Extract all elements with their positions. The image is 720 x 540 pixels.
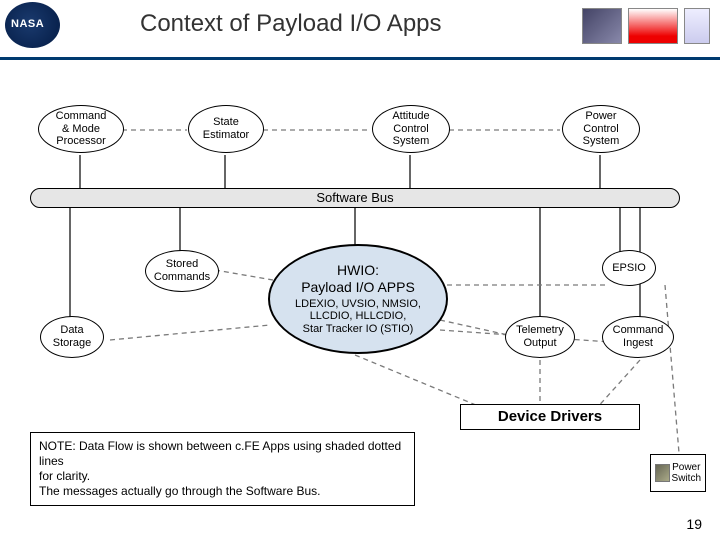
label: Telemetry Output [516,324,564,349]
label: Power Switch [672,462,701,485]
node-state-estimator: State Estimator [188,105,264,153]
footnote-box: NOTE: Data Flow is shown between c.FE Ap… [30,432,415,506]
header-badges [582,8,710,44]
node-power-switch: Power Switch [650,454,706,492]
label: Software Bus [316,191,393,206]
node-attitude-control-system: Attitude Control System [372,105,450,153]
node-telemetry-output: Telemetry Output [505,316,575,358]
node-hwio-payload-io-apps: HWIO: Payload I/O APPS LDEXIO, UVSIO, NM… [268,244,448,354]
slide-title: Context of Payload I/O Apps [140,10,442,38]
node-data-storage: Data Storage [40,316,104,358]
node-power-control-system: Power Control System [562,105,640,153]
label: Command Ingest [613,324,664,349]
label: EPSIO [612,262,646,275]
label: Command & Mode Processor [56,110,107,148]
node-command-mode-processor: Command & Mode Processor [38,105,124,153]
node-device-drivers: Device Drivers [460,404,640,430]
hwio-subtitle: LDEXIO, UVSIO, NMSIO, LLCDIO, HLLCDIO, S… [295,298,421,336]
footnote-text: NOTE: Data Flow is shown between c.FE Ap… [39,439,401,498]
label: Attitude Control System [392,110,429,148]
node-epsio: EPSIO [602,250,656,286]
node-stored-commands: Stored Commands [145,250,219,292]
nasa-logo-icon [5,2,60,48]
node-command-ingest: Command Ingest [602,316,674,358]
slide-header: Context of Payload I/O Apps [0,0,720,60]
label: Stored Commands [154,258,210,283]
power-switch-icon [655,464,670,482]
page-number: 19 [686,516,702,532]
hwio-title: HWIO: Payload I/O APPS [301,262,415,294]
probe-icon [684,8,710,44]
research-logo-icon [628,8,678,44]
node-software-bus: Software Bus [30,188,680,208]
label: Device Drivers [498,408,602,425]
label: Data Storage [53,324,92,349]
spacecraft-icon [582,8,622,44]
label: Power Control System [583,110,620,148]
label: State Estimator [203,116,249,141]
